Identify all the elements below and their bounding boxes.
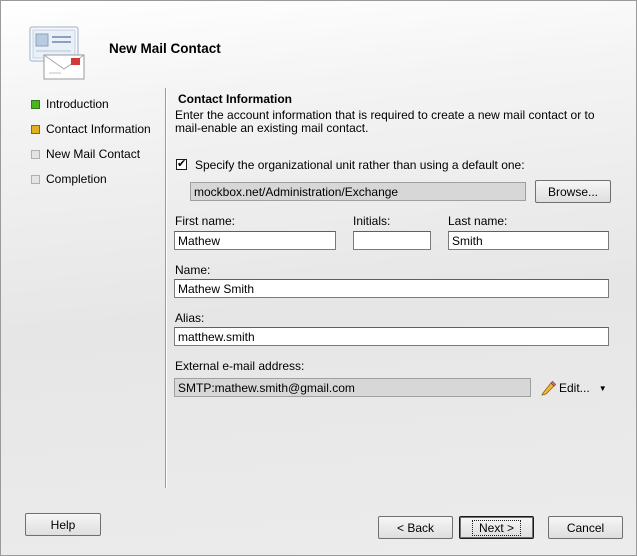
edit-label: Edit... (559, 381, 590, 395)
nav-item-new-mail-contact: New Mail Contact (31, 146, 140, 162)
first-name-label: First name: (175, 214, 236, 228)
nav-item-completion: Completion (31, 171, 107, 187)
wizard-window: New Mail Contact Introduction Contact In… (0, 0, 637, 556)
status-pending-icon (31, 174, 40, 184)
mail-contact-wizard-icon (29, 25, 91, 81)
ou-checkbox-label[interactable]: Specify the organizational unit rather t… (195, 158, 525, 172)
edit-button[interactable]: Edit... ▼ (540, 379, 608, 397)
initials-input[interactable] (353, 231, 431, 250)
caret-down-icon[interactable]: ▼ (599, 384, 607, 393)
help-button[interactable]: Help (25, 513, 101, 536)
nav-item-contact-information: Contact Information (31, 121, 151, 137)
ou-checkbox[interactable]: ✔ (176, 158, 187, 170)
name-label: Name: (175, 263, 211, 277)
last-name-input[interactable]: Smith (448, 231, 609, 250)
page-title: New Mail Contact (109, 41, 221, 56)
initials-label: Initials: (353, 214, 391, 228)
next-button[interactable]: Next > (459, 516, 534, 539)
name-input[interactable]: Mathew Smith (174, 279, 609, 298)
checkmark-icon: ✔ (177, 158, 187, 170)
pencil-icon (540, 380, 557, 396)
status-current-icon (31, 124, 40, 134)
status-pending-icon (31, 149, 40, 159)
last-name-label: Last name: (448, 214, 508, 228)
first-name-input[interactable]: Mathew (174, 231, 336, 250)
external-email-label: External e-mail address: (175, 359, 305, 373)
section-description: Enter the account information that is re… (175, 108, 595, 135)
nav-item-label: Contact Information (46, 122, 151, 136)
next-button-label: Next > (471, 519, 521, 536)
back-button[interactable]: < Back (378, 516, 453, 539)
section-title: Contact Information (178, 92, 292, 106)
cancel-button[interactable]: Cancel (548, 516, 623, 539)
external-email-field: SMTP:mathew.smith@gmail.com (174, 378, 531, 397)
nav-item-label: Completion (46, 172, 107, 186)
alias-input[interactable]: matthew.smith (174, 327, 609, 346)
nav-item-introduction: Introduction (31, 96, 109, 112)
nav-divider (165, 88, 167, 488)
browse-button[interactable]: Browse... (535, 180, 611, 203)
status-complete-icon (31, 99, 40, 109)
nav-item-label: New Mail Contact (46, 147, 141, 161)
ou-path-field: mockbox.net/Administration/Exchange (190, 182, 526, 201)
nav-item-label: Introduction (46, 97, 109, 111)
alias-label: Alias: (175, 311, 205, 325)
